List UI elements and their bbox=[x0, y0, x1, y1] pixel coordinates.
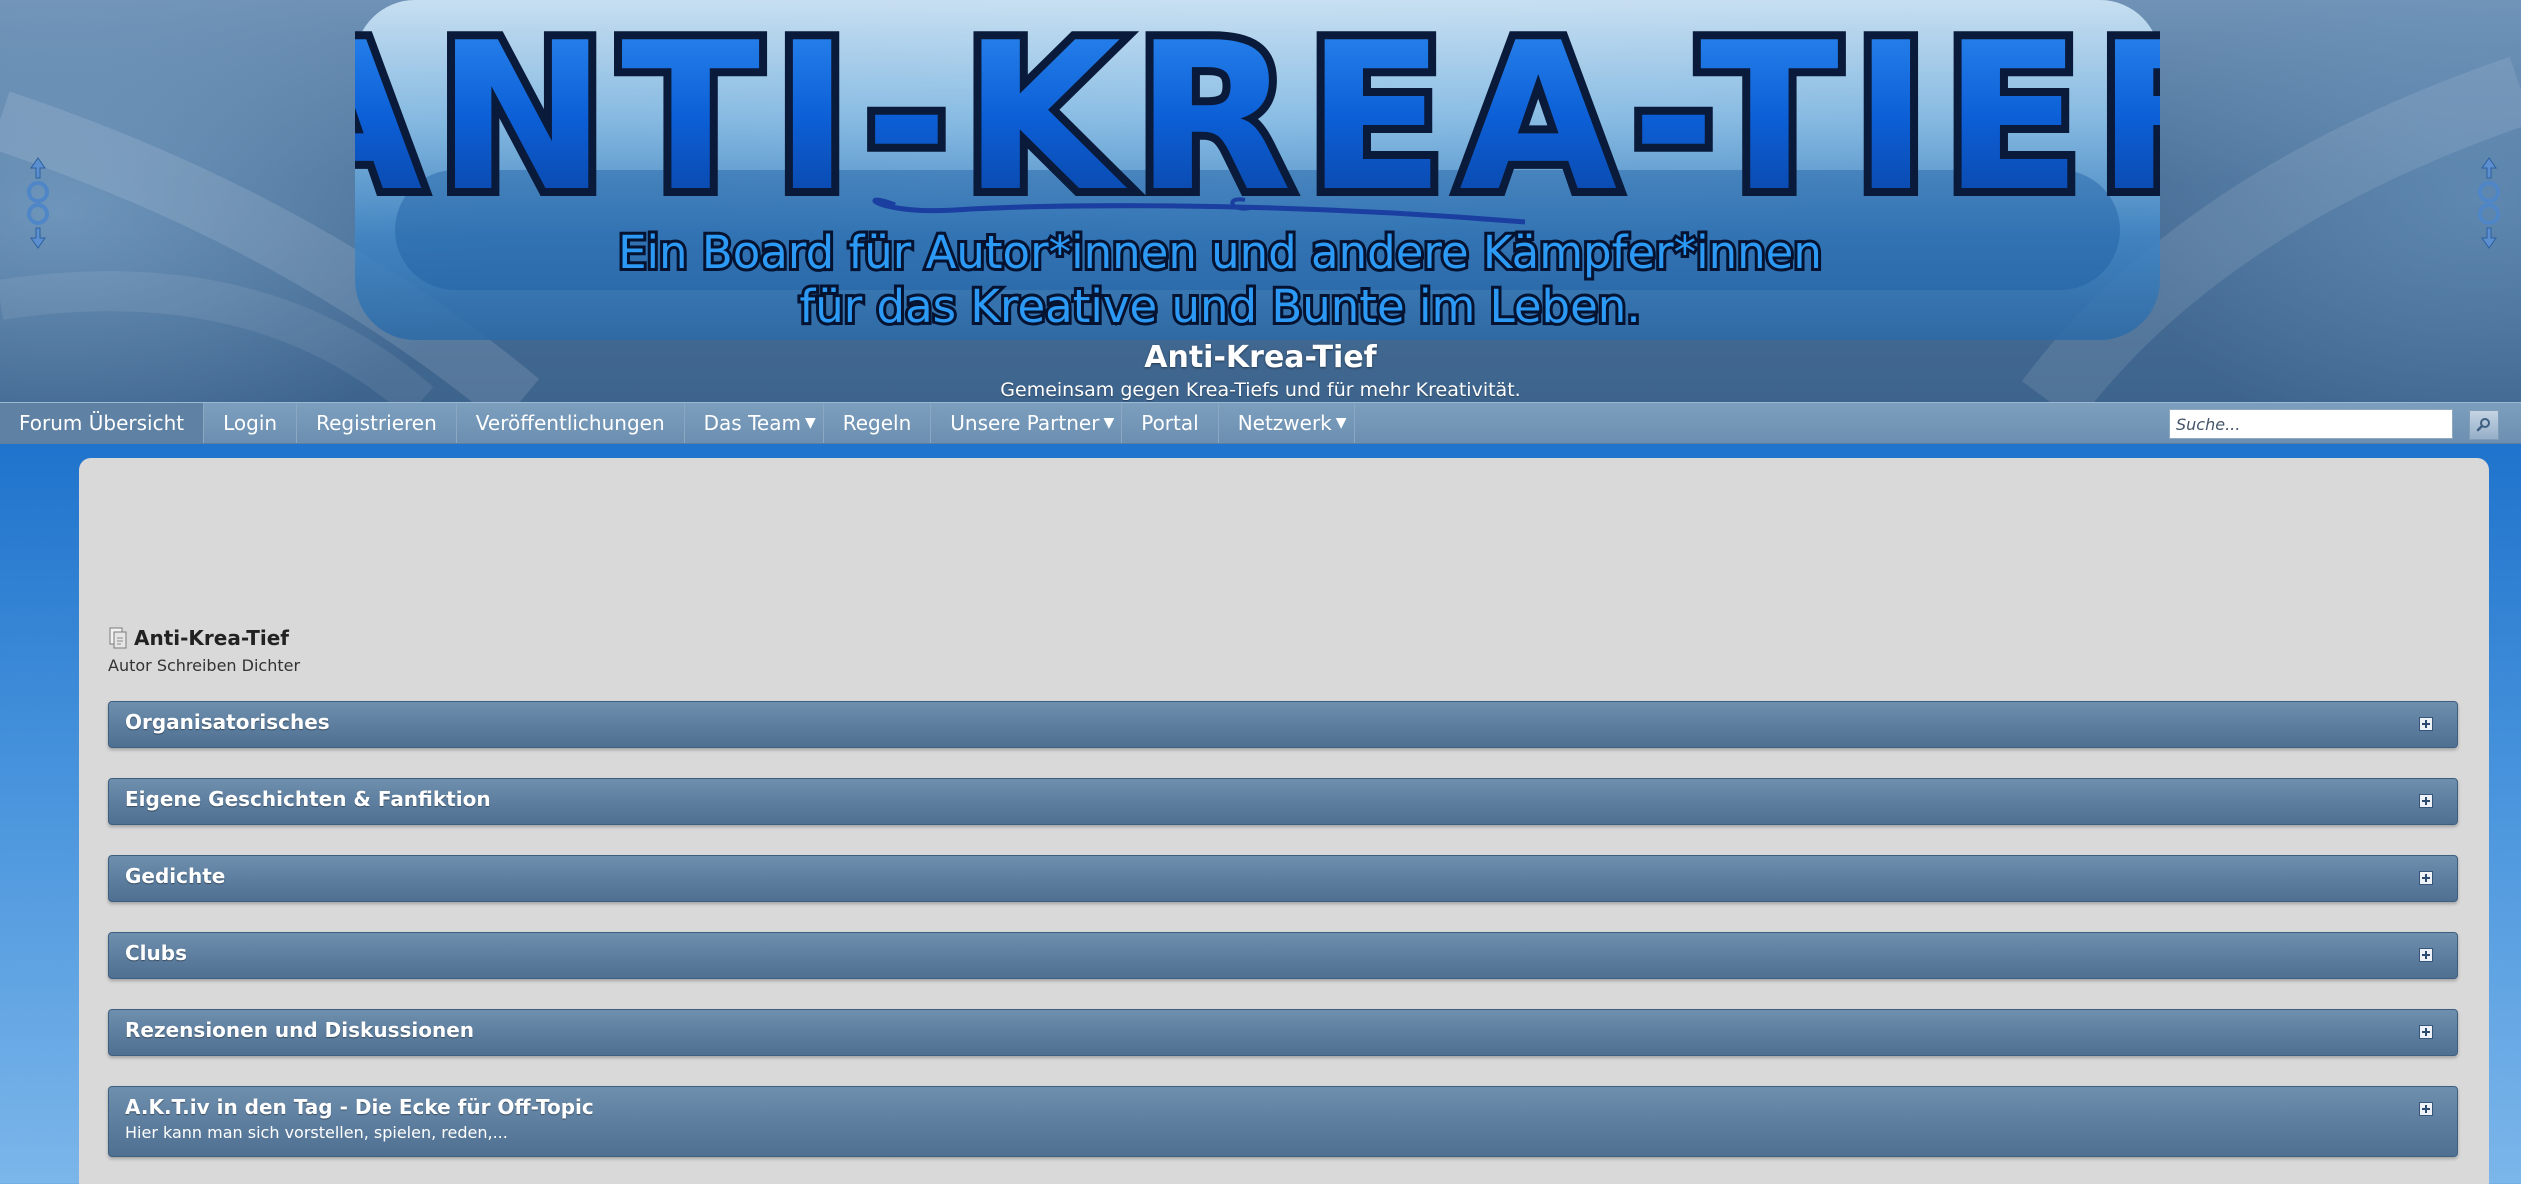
board-description: Autor Schreiben Dichter bbox=[108, 656, 301, 675]
expand-icon[interactable] bbox=[2419, 948, 2433, 962]
nav-label: Forum Übersicht bbox=[19, 411, 185, 435]
search-button[interactable] bbox=[2469, 410, 2499, 440]
category-title[interactable]: Organisatorisches bbox=[125, 710, 330, 734]
category-title[interactable]: A.K.T.iv in den Tag - Die Ecke für Off-T… bbox=[125, 1095, 594, 1119]
expand-icon[interactable] bbox=[2419, 1025, 2433, 1039]
dropdown-caret-icon: ▼ bbox=[1103, 415, 1115, 431]
nav-portal[interactable]: Portal bbox=[1122, 403, 1219, 443]
site-title[interactable]: Anti-Krea-Tief bbox=[0, 340, 2521, 376]
nav-label: Veröffentlichungen bbox=[475, 411, 665, 435]
category-organisatorisches[interactable]: Organisatorisches bbox=[108, 701, 2458, 748]
main-content: Anti-Krea-Tief Autor Schreiben Dichter O… bbox=[79, 458, 2489, 1184]
nav-publications[interactable]: Veröffentlichungen bbox=[457, 403, 685, 443]
nav-register[interactable]: Registrieren bbox=[297, 403, 457, 443]
nav-label: Unsere Partner bbox=[950, 411, 1100, 435]
site-header: ANTI-KREA-TIEF Ein Board für Autor*innen… bbox=[0, 0, 2521, 402]
board-title-row: Anti-Krea-Tief bbox=[108, 626, 300, 650]
nav-label: Netzwerk bbox=[1237, 411, 1332, 435]
search-icon bbox=[2476, 418, 2490, 432]
scroll-handle-left-icon[interactable] bbox=[27, 156, 49, 250]
category-title[interactable]: Clubs bbox=[125, 941, 187, 965]
nav-label: Regeln bbox=[842, 411, 912, 435]
nav-partners[interactable]: Unsere Partner ▼ bbox=[931, 403, 1123, 443]
category-subtitle: Hier kann man sich vorstellen, spielen, … bbox=[125, 1123, 508, 1142]
nav-forum-overview[interactable]: Forum Übersicht bbox=[0, 403, 205, 443]
board-title[interactable]: Anti-Krea-Tief bbox=[134, 626, 289, 650]
category-gedichte[interactable]: Gedichte bbox=[108, 855, 2458, 902]
category-clubs[interactable]: Clubs bbox=[108, 932, 2458, 979]
site-description: Gemeinsam gegen Krea-Tiefs und für mehr … bbox=[1000, 379, 1521, 401]
banner-title-text: ANTI-KREA-TIEF bbox=[355, 0, 2160, 237]
nav-label: Das Team bbox=[703, 411, 801, 435]
expand-icon[interactable] bbox=[2419, 1102, 2433, 1116]
nav-team[interactable]: Das Team ▼ bbox=[685, 403, 824, 443]
board-header: Anti-Krea-Tief Autor Schreiben Dichter bbox=[108, 626, 300, 675]
category-title[interactable]: Eigene Geschichten & Fanfiktion bbox=[125, 787, 491, 811]
nav-login[interactable]: Login bbox=[204, 403, 298, 443]
main-navigation: Forum Übersicht Login Registrieren Veröf… bbox=[0, 402, 2521, 444]
expand-icon[interactable] bbox=[2419, 871, 2433, 885]
banner-line2-text: für das Kreative und Bunte im Leben. bbox=[799, 280, 1640, 333]
nav-network[interactable]: Netzwerk ▼ bbox=[1219, 403, 1355, 443]
dropdown-caret-icon: ▼ bbox=[804, 415, 816, 431]
scroll-handle-right-icon[interactable] bbox=[2478, 156, 2500, 250]
category-off-topic[interactable]: A.K.T.iv in den Tag - Die Ecke für Off-T… bbox=[108, 1086, 2458, 1157]
expand-icon[interactable] bbox=[2419, 794, 2433, 808]
nav-label: Login bbox=[223, 411, 278, 435]
banner-line1-text: Ein Board für Autor*innen und andere Käm… bbox=[618, 226, 1822, 279]
dropdown-caret-icon: ▼ bbox=[1335, 415, 1347, 431]
nav-label: Portal bbox=[1141, 411, 1199, 435]
nav-label: Registrieren bbox=[316, 411, 437, 435]
expand-icon[interactable] bbox=[2419, 717, 2433, 731]
category-title[interactable]: Gedichte bbox=[125, 864, 225, 888]
category-eigene-geschichten[interactable]: Eigene Geschichten & Fanfiktion bbox=[108, 778, 2458, 825]
search-input[interactable] bbox=[2169, 409, 2453, 439]
nav-rules[interactable]: Regeln bbox=[824, 403, 932, 443]
category-rezensionen[interactable]: Rezensionen und Diskussionen bbox=[108, 1009, 2458, 1056]
category-title[interactable]: Rezensionen und Diskussionen bbox=[125, 1018, 474, 1042]
board-icon bbox=[109, 627, 127, 649]
search-box bbox=[2169, 409, 2453, 439]
banner-logo[interactable]: ANTI-KREA-TIEF Ein Board für Autor*innen… bbox=[355, 0, 2160, 340]
